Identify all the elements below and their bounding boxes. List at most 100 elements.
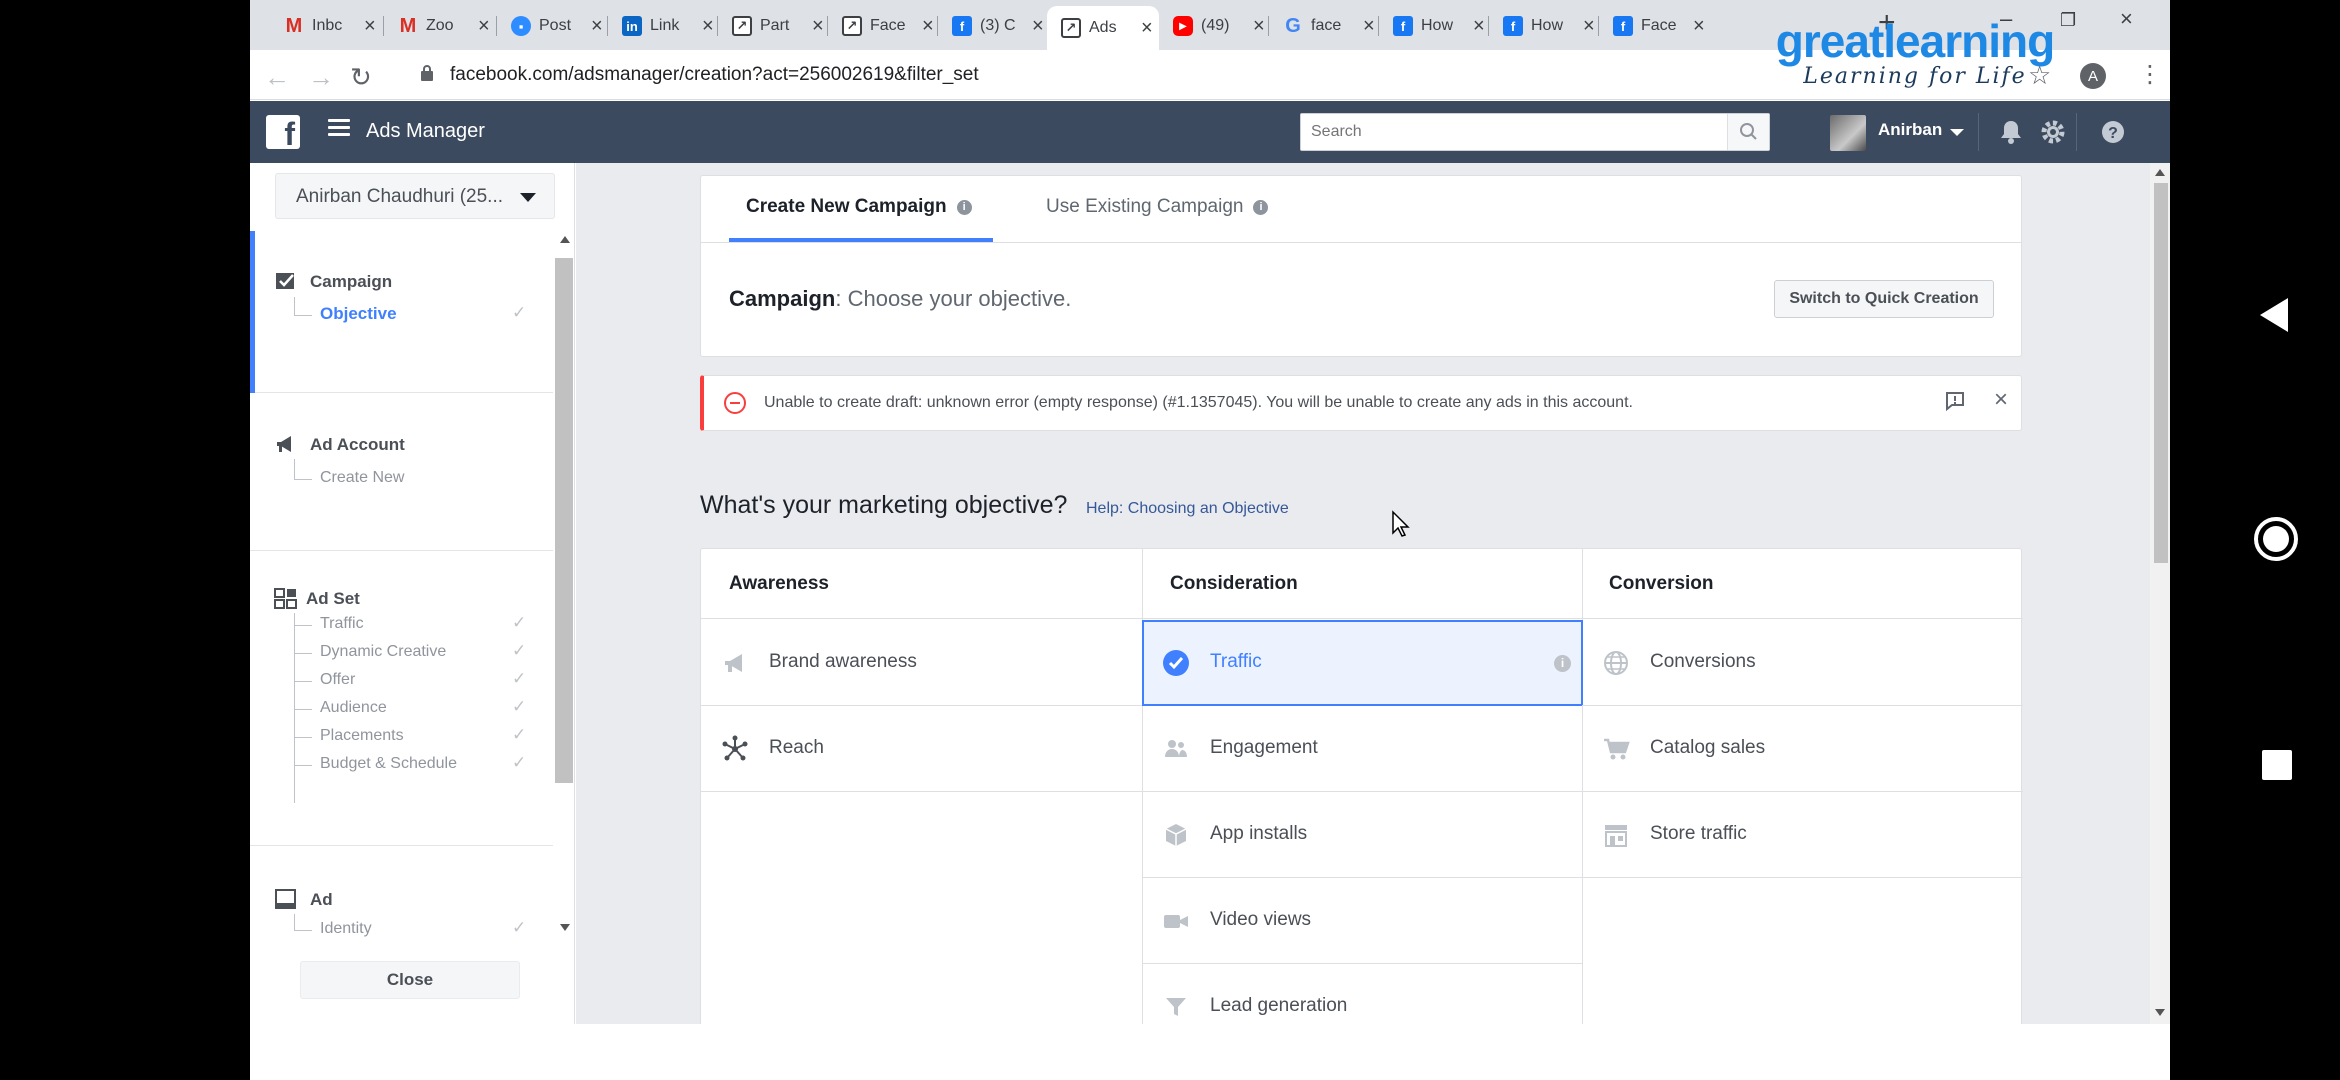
chevron-down-icon[interactable] bbox=[1950, 129, 1964, 136]
sidebar-item-create-new[interactable]: Create New bbox=[320, 469, 404, 487]
forward-arrow-icon[interactable]: → bbox=[308, 62, 334, 93]
help-link[interactable]: Help: Choosing an Objective bbox=[1086, 500, 1289, 518]
main-scrollbar-thumb[interactable] bbox=[2154, 183, 2168, 563]
notification-bell-icon[interactable] bbox=[1996, 117, 2026, 147]
objective-video-views[interactable]: Video views bbox=[1142, 878, 1582, 964]
objective-engagement[interactable]: Engagement bbox=[1142, 706, 1582, 792]
sidebar-item-objective[interactable]: Objective bbox=[320, 304, 397, 324]
sidebar-item-audience[interactable]: Audience bbox=[320, 699, 387, 717]
back-arrow-icon[interactable]: ← bbox=[264, 62, 290, 93]
sidebar-item-dynamic-creative[interactable]: Dynamic Creative bbox=[320, 643, 446, 661]
main-scrollbar[interactable] bbox=[2150, 163, 2170, 1024]
scroll-down-icon[interactable] bbox=[560, 924, 570, 931]
browser-tab[interactable]: G face × bbox=[1269, 6, 1378, 46]
android-home-icon[interactable] bbox=[2253, 516, 2299, 562]
browser-tab[interactable]: f How × bbox=[1379, 6, 1488, 46]
browser-tab[interactable]: f How × bbox=[1489, 6, 1598, 46]
reload-icon[interactable]: ↻ bbox=[350, 62, 372, 93]
close-icon[interactable]: × bbox=[812, 15, 824, 38]
info-icon[interactable]: i bbox=[1253, 200, 1269, 215]
facebook-logo-icon[interactable]: f bbox=[266, 115, 300, 149]
sidebar-item-identity[interactable]: Identity bbox=[320, 920, 372, 938]
objective-label: Traffic bbox=[1210, 651, 1262, 672]
objective-reach[interactable]: Reach bbox=[701, 706, 1142, 792]
more-menu-icon[interactable]: ⋮ bbox=[2138, 60, 2162, 89]
app-title[interactable]: Ads Manager bbox=[366, 120, 485, 143]
objective-conversions[interactable]: Conversions bbox=[1582, 620, 2023, 706]
close-button[interactable]: Close bbox=[300, 961, 520, 999]
sidebar-scrollbar-thumb[interactable] bbox=[555, 258, 573, 783]
search-input[interactable] bbox=[1301, 114, 1701, 150]
search-button[interactable] bbox=[1727, 114, 1769, 150]
android-recents-icon[interactable] bbox=[2260, 748, 2294, 782]
browser-tab[interactable]: f Face × bbox=[1599, 6, 1708, 46]
sidebar-item-placements[interactable]: Placements bbox=[320, 727, 404, 745]
sidebar-heading[interactable]: Ad Account bbox=[310, 435, 405, 455]
close-icon[interactable]: × bbox=[1473, 15, 1485, 38]
info-icon[interactable]: i bbox=[956, 200, 972, 215]
sidebar-item-budget-schedule[interactable]: Budget & Schedule bbox=[320, 755, 457, 773]
browser-tab[interactable]: in Link × bbox=[608, 6, 717, 46]
close-icon[interactable]: × bbox=[1363, 15, 1375, 38]
tab-use-existing-campaign[interactable]: Use Existing Campaign i bbox=[1046, 176, 1269, 242]
close-icon[interactable]: × bbox=[702, 15, 714, 38]
browser-tab[interactable]: ↗ Face × bbox=[828, 6, 937, 46]
browser-tab[interactable]: M Inbc × bbox=[270, 6, 379, 46]
tab-create-new-campaign[interactable]: Create New Campaign i bbox=[729, 176, 993, 242]
close-icon[interactable]: × bbox=[1032, 15, 1044, 38]
browser-tab[interactable]: f (3) C × bbox=[938, 6, 1047, 46]
browser-tab[interactable]: ↗ Part × bbox=[718, 6, 827, 46]
error-message: Unable to create draft: unknown error (e… bbox=[764, 394, 1633, 411]
help-icon[interactable]: ? bbox=[2098, 117, 2128, 147]
close-icon[interactable]: × bbox=[1994, 386, 2008, 414]
user-name[interactable]: Anirban bbox=[1878, 120, 1942, 140]
campaign-objective-line: Campaign: Choose your objective. bbox=[729, 286, 1071, 312]
watermark-logo: greatlearning bbox=[1775, 15, 2055, 67]
gmail-icon: M bbox=[399, 14, 417, 37]
close-icon[interactable]: × bbox=[1693, 15, 1705, 38]
close-icon[interactable]: × bbox=[478, 15, 490, 38]
objective-catalog-sales[interactable]: Catalog sales bbox=[1582, 706, 2023, 792]
close-icon[interactable]: × bbox=[1253, 15, 1265, 38]
info-icon[interactable]: i bbox=[1554, 655, 1571, 672]
sidebar-heading[interactable]: Ad Set bbox=[306, 589, 360, 609]
sidebar-item-offer[interactable]: Offer bbox=[320, 671, 355, 689]
browser-tab[interactable]: ▶ (49) × bbox=[1159, 6, 1268, 46]
gmail-icon: M bbox=[285, 14, 303, 37]
window-close-icon[interactable]: × bbox=[2120, 6, 2133, 32]
scroll-down-icon[interactable] bbox=[2155, 1009, 2165, 1016]
gear-icon[interactable] bbox=[2038, 117, 2068, 147]
scroll-up-icon[interactable] bbox=[560, 236, 570, 243]
close-icon[interactable]: × bbox=[591, 15, 603, 38]
browser-tab-active[interactable]: ↗ Ads × bbox=[1047, 6, 1159, 50]
browser-tab[interactable]: M Zoo × bbox=[384, 6, 493, 46]
close-icon[interactable]: × bbox=[1141, 17, 1153, 40]
profile-avatar[interactable]: A bbox=[2080, 63, 2106, 89]
tab-label: Post bbox=[539, 17, 572, 34]
switch-to-quick-creation-button[interactable]: Switch to Quick Creation bbox=[1774, 280, 1994, 318]
sidebar-heading[interactable]: Ad bbox=[310, 890, 333, 910]
objective-lead-generation[interactable]: Lead generation bbox=[1142, 964, 1582, 1024]
report-icon[interactable] bbox=[1944, 390, 1966, 412]
caret-down-icon[interactable] bbox=[520, 193, 536, 202]
url-field[interactable]: facebook.com/adsmanager/creation?act=256… bbox=[450, 64, 979, 86]
sidebar-item-traffic[interactable]: Traffic bbox=[320, 615, 364, 633]
objective-app-installs[interactable]: App installs bbox=[1142, 792, 1582, 878]
android-back-icon[interactable] bbox=[2258, 296, 2290, 334]
objective-label: Lead generation bbox=[1210, 995, 1348, 1016]
close-icon[interactable]: × bbox=[922, 15, 934, 38]
check-icon: ✓ bbox=[512, 303, 527, 322]
objective-question: What's your marketing objective? bbox=[700, 491, 1068, 519]
avatar[interactable] bbox=[1830, 115, 1866, 151]
close-icon[interactable]: × bbox=[1583, 15, 1595, 38]
account-selector[interactable]: Anirban Chaudhuri (25... bbox=[275, 173, 555, 219]
browser-tab[interactable]: ▪ Post × bbox=[497, 6, 606, 46]
objective-brand-awareness[interactable]: Brand awareness bbox=[701, 620, 1142, 706]
search-box[interactable] bbox=[1300, 113, 1770, 151]
objective-traffic[interactable]: Traffic i bbox=[1142, 620, 1583, 706]
objective-store-traffic[interactable]: Store traffic bbox=[1582, 792, 2023, 878]
sidebar-heading[interactable]: Campaign bbox=[310, 272, 392, 292]
scroll-up-icon[interactable] bbox=[2155, 169, 2165, 176]
close-icon[interactable]: × bbox=[364, 15, 376, 38]
menu-icon[interactable] bbox=[328, 119, 350, 137]
